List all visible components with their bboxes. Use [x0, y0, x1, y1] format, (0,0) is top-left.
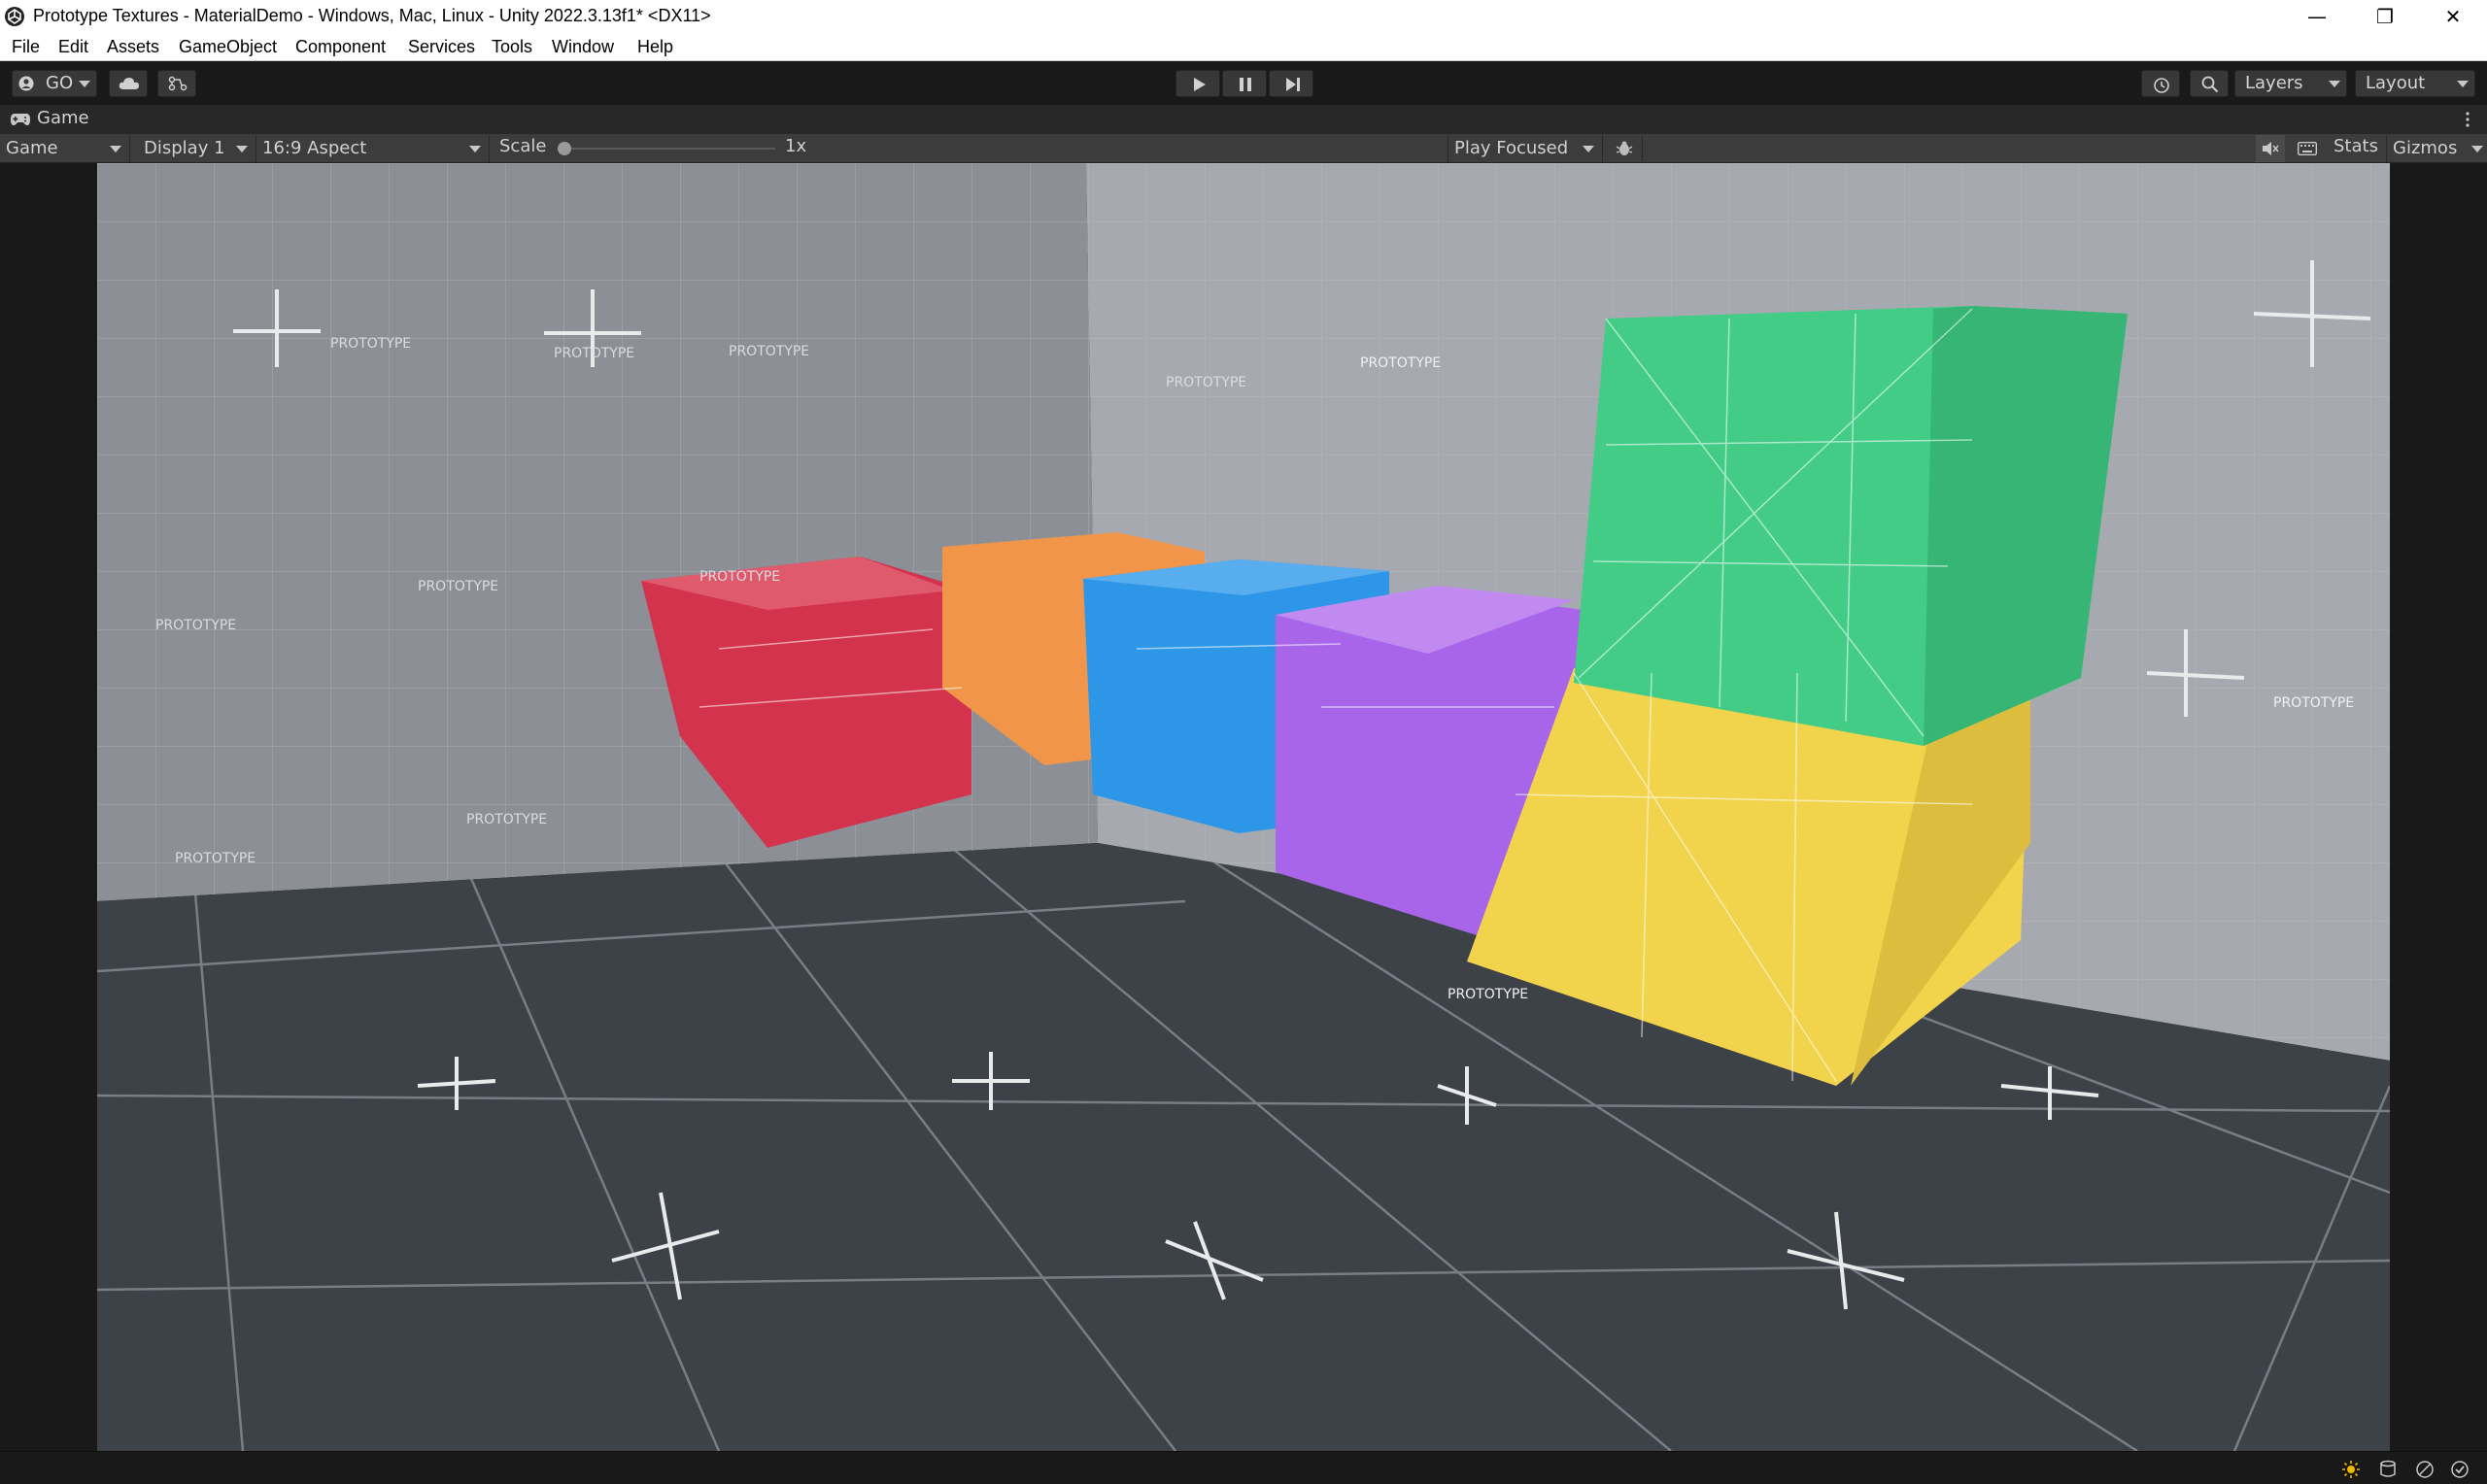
- play-button[interactable]: [1175, 70, 1220, 97]
- mute-audio-button[interactable]: [2256, 135, 2285, 162]
- account-icon: [18, 76, 34, 91]
- chevron-down-icon: [1583, 146, 1594, 152]
- menu-window[interactable]: Window: [552, 37, 614, 57]
- minimize-button[interactable]: —: [2283, 0, 2351, 33]
- branch-icon: [168, 76, 187, 91]
- history-icon: [2154, 78, 2169, 93]
- aspect-dropdown[interactable]: 16:9 Aspect: [256, 135, 490, 162]
- chevron-down-icon: [79, 81, 90, 87]
- play-icon: [1194, 78, 1206, 91]
- history-button[interactable]: [2141, 70, 2180, 97]
- cloud-icon: [119, 78, 139, 89]
- menu-assets[interactable]: Assets: [107, 37, 159, 57]
- gizmos-label: Gizmos: [2393, 138, 2458, 158]
- prototype-texture-label: PROTOTYPE: [1448, 987, 1528, 1002]
- layout-label: Layout: [2366, 73, 2426, 93]
- prototype-texture-label: PROTOTYPE: [729, 344, 809, 359]
- chevron-down-icon: [2471, 146, 2483, 152]
- menu-edit[interactable]: Edit: [58, 37, 88, 57]
- chevron-down-icon: [2457, 81, 2469, 87]
- prototype-texture-label: PROTOTYPE: [2273, 695, 2354, 711]
- scale-slider-handle[interactable]: [558, 142, 571, 155]
- chevron-down-icon: [236, 146, 248, 152]
- scale-label: Scale: [499, 136, 547, 156]
- status-bar: [0, 1451, 2487, 1484]
- tab-game-label: Game: [37, 108, 89, 128]
- display-dropdown[interactable]: Display 1: [136, 135, 256, 162]
- game-view-toolbar: Game Display 1 16:9 Aspect Scale 1x Play…: [0, 134, 2487, 163]
- keyboard-icon: [2298, 142, 2317, 155]
- scale-value: 1x: [785, 136, 807, 156]
- menu-file[interactable]: File: [12, 37, 40, 57]
- prototype-texture-label: PROTOTYPE: [554, 346, 634, 361]
- toolbar-divider: [1642, 136, 1643, 161]
- pause-icon: [1240, 78, 1251, 91]
- keyboard-shortcuts-button[interactable]: [2293, 135, 2322, 162]
- prototype-texture-label: PROTOTYPE: [418, 579, 498, 594]
- prototype-texture-label: PROTOTYPE: [175, 851, 256, 866]
- menu-gameobject[interactable]: GameObject: [179, 37, 277, 57]
- prototype-texture-label: PROTOTYPE: [466, 812, 547, 827]
- cache-icon[interactable]: [2378, 1460, 2398, 1479]
- mute-icon: [2263, 142, 2279, 155]
- prototype-texture-label: PROTOTYPE: [1360, 355, 1441, 371]
- aspect-label: 16:9 Aspect: [262, 138, 367, 158]
- chevron-down-icon: [110, 146, 121, 152]
- account-label: GO: [46, 73, 74, 93]
- maximize-button[interactable]: ❐: [2351, 0, 2419, 33]
- window-title: Prototype Textures - MaterialDemo - Wind…: [33, 6, 711, 25]
- network-icon[interactable]: [2415, 1460, 2435, 1479]
- game-viewport[interactable]: PROTOTYPE PROTOTYPE PROTOTYPE PROTOTYPE PROT…: [0, 163, 2487, 1451]
- play-mode-dropdown[interactable]: Play Focused: [1448, 135, 1603, 162]
- cloud-button[interactable]: [109, 70, 148, 97]
- play-mode-label: Play Focused: [1454, 138, 1569, 158]
- progress-check-icon[interactable]: [2450, 1460, 2470, 1479]
- pause-button[interactable]: [1222, 70, 1267, 97]
- main-toolbar: GO Layers Layout: [0, 62, 2487, 105]
- prototype-texture-label: PROTOTYPE: [1166, 375, 1246, 390]
- gizmos-dropdown[interactable]: Gizmos: [2386, 135, 2487, 162]
- search-icon: [2201, 76, 2219, 93]
- display-label: Display 1: [144, 138, 225, 158]
- bug-icon: [1616, 141, 1633, 155]
- stats-button[interactable]: Stats: [2334, 136, 2378, 156]
- game-tab-strip: Game: [0, 105, 2487, 134]
- close-button[interactable]: ✕: [2419, 0, 2487, 33]
- more-options-icon[interactable]: [2460, 109, 2475, 130]
- menu-component[interactable]: Component: [295, 37, 386, 57]
- layout-dropdown[interactable]: Layout: [2355, 70, 2475, 97]
- prototype-texture-label: PROTOTYPE: [699, 569, 780, 585]
- gamepad-icon: [11, 114, 30, 125]
- search-button[interactable]: [2190, 70, 2229, 97]
- lighting-icon[interactable]: [2341, 1460, 2361, 1479]
- menu-tools[interactable]: Tools: [492, 37, 532, 57]
- scale-slider-track[interactable]: [563, 148, 775, 150]
- step-button[interactable]: [1269, 70, 1313, 97]
- step-icon: [1286, 78, 1300, 91]
- chevron-down-icon: [2329, 81, 2340, 87]
- layers-label: Layers: [2245, 73, 2303, 93]
- view-mode-dropdown[interactable]: Game: [0, 135, 130, 162]
- chevron-down-icon: [469, 146, 481, 152]
- scene-render: PROTOTYPE PROTOTYPE PROTOTYPE PROTOTYPE PROT…: [97, 163, 2390, 1451]
- menu-services[interactable]: Services: [408, 37, 475, 57]
- menu-help[interactable]: Help: [637, 37, 673, 57]
- window-title-bar: Prototype Textures - MaterialDemo - Wind…: [0, 0, 2487, 33]
- view-mode-label: Game: [6, 138, 58, 158]
- prototype-texture-label: PROTOTYPE: [155, 618, 236, 633]
- menu-bar: File Edit Assets GameObject Component Se…: [0, 33, 2487, 61]
- tab-game[interactable]: Game: [0, 105, 93, 134]
- account-dropdown[interactable]: GO: [12, 70, 97, 97]
- debug-button[interactable]: [1607, 136, 1642, 161]
- version-control-button[interactable]: [157, 70, 196, 97]
- prototype-texture-label: PROTOTYPE: [330, 336, 411, 352]
- layers-dropdown[interactable]: Layers: [2234, 70, 2347, 97]
- unity-logo-icon: [5, 7, 24, 26]
